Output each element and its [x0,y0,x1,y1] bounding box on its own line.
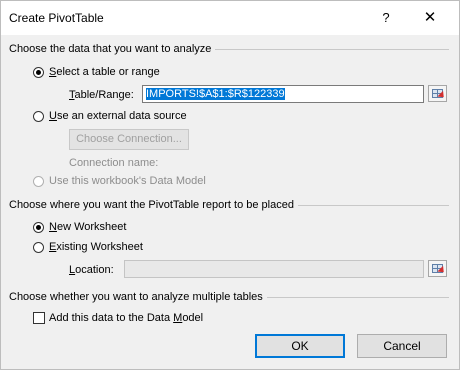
create-pivottable-dialog: Create PivotTable ? ✕ Choose the data th… [0,0,460,370]
new-worksheet-radio[interactable] [33,222,44,233]
existing-worksheet-radio[interactable] [33,242,44,253]
external-source-label[interactable]: Use an external data source [49,110,187,122]
table-range-value: IMPORTS!$A$1:$R$122339 [146,88,285,100]
choose-connection-button[interactable]: Choose Connection... [69,129,189,150]
cancel-button[interactable]: Cancel [357,334,447,358]
section-heading-data: Choose the data that you want to analyze [9,43,216,55]
table-range-input[interactable]: IMPORTS!$A$1:$R$122339 [142,85,424,103]
existing-worksheet-label[interactable]: Existing Worksheet [49,241,143,253]
external-source-radio[interactable] [33,111,44,122]
ok-button[interactable]: OK [255,334,345,358]
add-to-data-model-checkbox[interactable] [33,312,45,324]
section-heading-place: Choose where you want the PivotTable rep… [9,199,298,211]
select-table-radio[interactable] [33,67,44,78]
data-model-radio[interactable] [33,176,44,187]
table-range-label: Table/Range: [69,89,134,101]
location-input[interactable] [124,260,424,278]
location-label: Location: [69,264,114,276]
add-to-data-model-label[interactable]: Add this data to the Data Model [49,312,203,324]
data-model-label[interactable]: Use this workbook's Data Model [49,175,206,187]
section-heading-multi: Choose whether you want to analyze multi… [9,291,267,303]
dialog-title: Create PivotTable [9,11,104,25]
close-button[interactable]: ✕ [419,8,441,28]
connection-name-label: Connection name: [69,157,159,169]
help-button[interactable]: ? [375,8,397,28]
collapse-dialog-button[interactable] [428,85,447,102]
new-worksheet-label[interactable]: New Worksheet [49,221,126,233]
title-bar: Create PivotTable ? ✕ [1,1,459,35]
location-collapse-button[interactable] [428,260,447,277]
select-table-label[interactable]: Select a table or range [49,66,160,78]
